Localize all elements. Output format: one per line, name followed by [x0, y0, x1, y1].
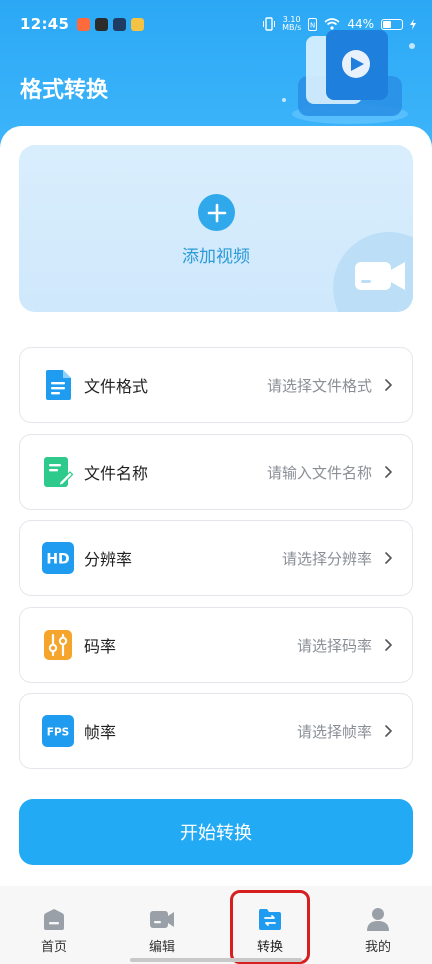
app-notification-icon — [131, 17, 145, 31]
option-label: 码率 — [84, 637, 117, 656]
nav-label: 我的 — [364, 940, 391, 955]
nav-label: 首页 — [40, 940, 67, 955]
option-file-name[interactable]: 文件名称 请输入文件名称 — [19, 434, 413, 510]
option-bitrate[interactable]: 码率 请选择码率 — [19, 607, 413, 683]
option-file-format[interactable]: 文件格式 请选择文件格式 — [19, 347, 413, 423]
app-notification-icon — [113, 17, 127, 31]
fps-icon: FPS — [42, 715, 74, 747]
nav-label: 编辑 — [148, 940, 175, 955]
chevron-right-icon — [385, 725, 392, 737]
hd-icon-text: HD — [46, 552, 69, 568]
hd-icon: HD — [42, 542, 74, 574]
home-indicator — [130, 958, 302, 962]
edit-document-icon — [42, 456, 74, 488]
chevron-right-icon — [385, 466, 392, 478]
add-icon[interactable] — [198, 194, 235, 231]
status-time: 12:45 — [20, 15, 70, 33]
option-frame-rate[interactable]: FPS 帧率 请选择帧率 — [19, 693, 413, 769]
nav-item-profile[interactable]: 我的 — [324, 886, 432, 964]
option-value: 请选择帧率 — [296, 722, 372, 741]
option-resolution[interactable]: HD 分辨率 请选择分辨率 — [19, 520, 413, 596]
option-label: 文件名称 — [84, 464, 149, 483]
status-app-icons — [77, 17, 145, 31]
app-notification-icon — [77, 17, 91, 31]
app-notification-icon — [95, 17, 109, 31]
option-label: 分辨率 — [84, 550, 133, 569]
option-value: 请选择分辨率 — [281, 549, 372, 568]
option-label: 帧率 — [84, 723, 117, 742]
fps-icon-text: FPS — [47, 727, 69, 739]
user-icon — [367, 908, 389, 931]
video-camera-icon — [150, 911, 174, 928]
video-camera-icon — [333, 232, 413, 312]
home-icon — [44, 909, 64, 930]
nav-item-home[interactable]: 首页 — [0, 886, 108, 964]
chevron-right-icon — [385, 379, 392, 391]
option-value: 请选择文件格式 — [266, 376, 372, 395]
option-value: 请选择码率 — [296, 636, 372, 655]
add-video-area[interactable]: 添加视频 — [19, 145, 413, 312]
option-value: 请输入文件名称 — [266, 463, 372, 482]
active-tab-highlight — [230, 890, 310, 964]
page-title: 格式转换 — [20, 78, 109, 103]
start-convert-button[interactable]: 开始转换 — [19, 799, 413, 865]
option-label: 文件格式 — [84, 377, 149, 396]
document-icon — [42, 369, 74, 401]
sliders-icon — [42, 629, 74, 661]
chevron-right-icon — [385, 639, 392, 651]
chevron-right-icon — [385, 552, 392, 564]
video-folder-illustration — [282, 30, 415, 124]
nav-item-edit[interactable]: 编辑 — [108, 886, 216, 964]
bottom-nav: 首页 编辑 转换 我的 — [0, 886, 432, 964]
